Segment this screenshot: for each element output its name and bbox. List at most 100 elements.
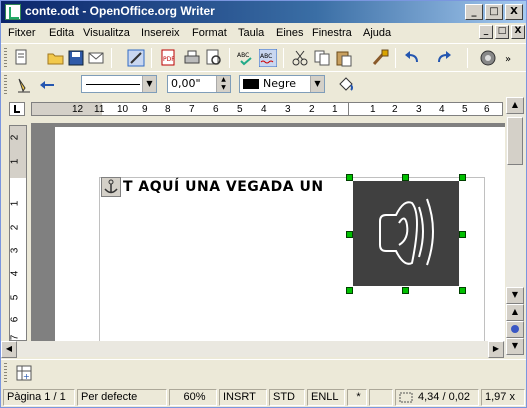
horizontal-scrollbar[interactable]: ◀ ▶ xyxy=(1,341,506,358)
menu-format[interactable]: Format xyxy=(192,27,227,39)
line-width-field[interactable]: 0,00" ▲ ▼ xyxy=(167,75,231,93)
horizontal-ruler[interactable]: 12 11 10 9 8 7 6 5 4 3 2 1 1 2 3 4 5 6 xyxy=(31,102,503,116)
zoom-level[interactable]: 60% xyxy=(169,389,217,406)
area-fill-icon[interactable] xyxy=(337,76,355,94)
resize-handle-n[interactable] xyxy=(402,174,409,181)
page-style[interactable]: Per defecte xyxy=(77,389,167,406)
ruler-origin xyxy=(348,103,349,115)
spellcheck-icon[interactable]: ABC xyxy=(237,49,255,67)
position-icon xyxy=(399,392,413,403)
menu-bar: Fitxer Edita Visualitza Insereix Format … xyxy=(1,23,526,43)
line-style-icon[interactable] xyxy=(15,76,33,94)
toolbar-grip[interactable] xyxy=(4,75,7,95)
resize-handle-se[interactable] xyxy=(459,287,466,294)
toolbar-grip[interactable] xyxy=(4,48,7,68)
ruler-label: 6 xyxy=(9,316,21,323)
resize-handle-ne[interactable] xyxy=(459,174,466,181)
line-color-select[interactable]: Negre ▼ xyxy=(239,75,325,93)
vertical-ruler[interactable]: 2 1 1 2 3 4 5 6 7 xyxy=(9,125,27,341)
chevron-down-icon[interactable]: ▼ xyxy=(142,76,156,92)
ruler-label: 5 xyxy=(9,294,21,301)
save-icon[interactable] xyxy=(67,49,85,67)
menu-visualitza[interactable]: Visualitza xyxy=(83,27,130,39)
doc-restore-button[interactable]: □ xyxy=(495,25,509,39)
arrow-style-icon[interactable] xyxy=(39,76,57,94)
ruler-label: 2 xyxy=(9,134,21,141)
modified-indicator: * xyxy=(347,389,367,406)
position-readout: 4,34 / 0,02 xyxy=(395,389,479,406)
resize-handle-sw[interactable] xyxy=(346,287,353,294)
sound-image-object[interactable] xyxy=(353,181,459,286)
spacer-cell xyxy=(369,389,393,406)
scroll-thumb[interactable] xyxy=(507,117,523,165)
resize-handle-e[interactable] xyxy=(459,231,466,238)
resize-handle-w[interactable] xyxy=(346,231,353,238)
doc-close-button[interactable]: X xyxy=(511,25,525,39)
hyperlink-mode[interactable]: ENLL xyxy=(307,389,345,406)
ruler-label: 11 xyxy=(94,104,105,115)
svg-text:ABC: ABC xyxy=(260,53,272,60)
menu-ajuda[interactable]: Ajuda xyxy=(363,27,391,39)
navigation-dot-icon xyxy=(511,325,519,333)
format-paintbrush-icon[interactable] xyxy=(371,49,389,67)
toolbar-grip[interactable] xyxy=(4,363,7,383)
tab-type-button[interactable] xyxy=(9,102,25,116)
svg-text:ABC: ABC xyxy=(237,52,249,59)
page-preview-icon[interactable] xyxy=(205,49,223,67)
ruler-label: 5 xyxy=(462,104,468,115)
menu-eines[interactable]: Eines xyxy=(276,27,304,39)
cut-icon[interactable] xyxy=(291,49,309,67)
menu-taula[interactable]: Taula xyxy=(238,27,264,39)
menu-finestra[interactable]: Finestra xyxy=(312,27,352,39)
ruler-label: 1 xyxy=(370,104,376,115)
ruler-label: 3 xyxy=(416,104,422,115)
email-icon[interactable] xyxy=(87,49,105,67)
autospellcheck-icon[interactable]: ABC xyxy=(259,49,277,67)
open-folder-icon[interactable] xyxy=(47,49,65,67)
ruler-label: 3 xyxy=(9,247,21,254)
standard-toolbar: PDF ABC ABC » xyxy=(1,43,526,71)
resize-handle-s[interactable] xyxy=(402,287,409,294)
new-document-icon[interactable] xyxy=(13,49,31,67)
page-indicator[interactable]: Pàgina 1 / 1 xyxy=(3,389,75,406)
scroll-down-button[interactable]: ▼ xyxy=(506,287,524,304)
minimize-button[interactable]: _ xyxy=(465,4,483,20)
resize-handle-nw[interactable] xyxy=(346,174,353,181)
ruler-label: 7 xyxy=(189,104,195,115)
ruler-label: 2 xyxy=(9,224,21,231)
anchor-icon[interactable] xyxy=(101,177,121,197)
previous-object-button[interactable]: ▲ xyxy=(506,304,524,321)
redo-icon[interactable] xyxy=(435,49,453,67)
copy-icon[interactable] xyxy=(313,49,331,67)
chevron-down-icon[interactable]: ▼ xyxy=(310,76,324,92)
line-style-select[interactable]: ▼ xyxy=(81,75,157,93)
ruler-label: 1 xyxy=(9,200,21,207)
next-object-button[interactable]: ▼ xyxy=(506,338,524,355)
insert-table-icon[interactable]: + xyxy=(15,364,33,382)
insert-mode[interactable]: INSRT xyxy=(219,389,267,406)
menu-edita[interactable]: Edita xyxy=(49,27,74,39)
menu-fitxer[interactable]: Fitxer xyxy=(8,27,36,39)
doc-minimize-button[interactable]: _ xyxy=(479,25,493,39)
paste-icon[interactable] xyxy=(335,49,353,67)
navigation-target-button[interactable] xyxy=(506,321,524,338)
edit-mode-icon[interactable] xyxy=(127,49,145,67)
print-icon[interactable] xyxy=(183,49,201,67)
close-button[interactable]: X xyxy=(505,4,523,20)
svg-text:PDF: PDF xyxy=(163,56,175,63)
undo-icon[interactable] xyxy=(403,49,421,67)
vertical-scrollbar[interactable]: ▲ ▼ ▲ ▼ xyxy=(506,97,524,357)
scroll-left-button[interactable]: ◀ xyxy=(1,341,17,358)
spinner-icon[interactable]: ▲ ▼ xyxy=(216,76,230,92)
navigator-icon[interactable] xyxy=(479,49,497,67)
toolbar-overflow-icon[interactable]: » xyxy=(501,49,519,67)
maximize-button[interactable]: □ xyxy=(485,4,503,20)
document-text[interactable]: T AQUÍ UNA VEGADA UN xyxy=(123,179,324,195)
scroll-up-button[interactable]: ▲ xyxy=(506,97,524,114)
ruler-label: 9 xyxy=(142,104,148,115)
menu-insereix[interactable]: Insereix xyxy=(141,27,180,39)
selection-mode[interactable]: STD xyxy=(269,389,305,406)
export-pdf-icon[interactable]: PDF xyxy=(159,49,177,67)
horizontal-ruler-area: 12 11 10 9 8 7 6 5 4 3 2 1 1 2 3 4 5 6 xyxy=(1,97,526,121)
scroll-right-button[interactable]: ▶ xyxy=(488,341,504,358)
